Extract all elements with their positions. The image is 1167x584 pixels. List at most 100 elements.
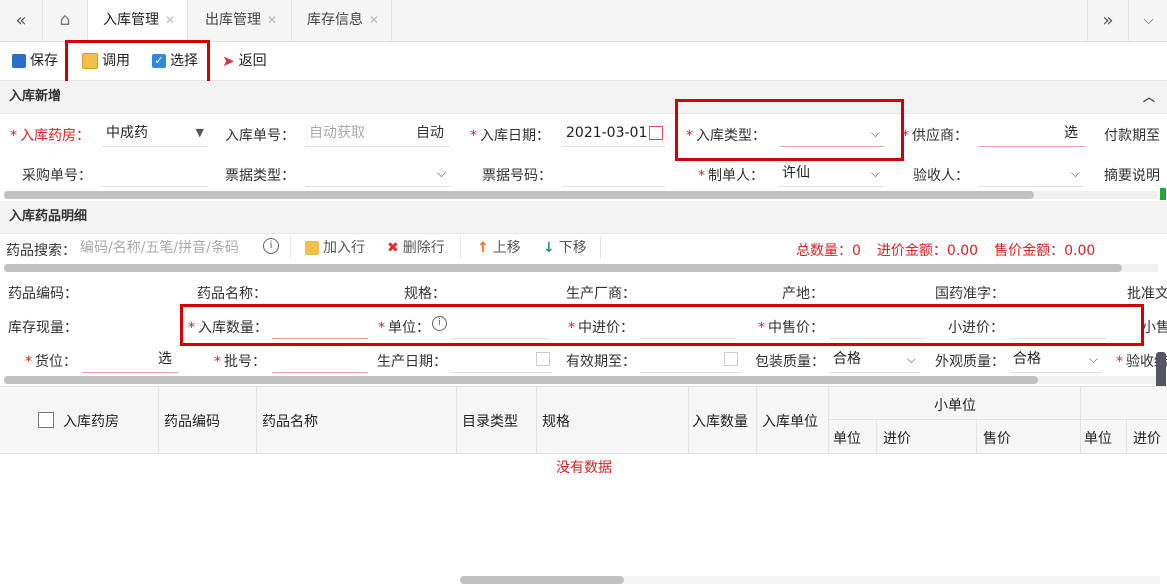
maker-select[interactable]: 许仙 ⌵ (778, 160, 884, 187)
supplier-label: * 供应商： (902, 128, 968, 144)
calendar-icon[interactable] (724, 352, 738, 366)
table-header: 入库药房 药品编码 药品名称 目录类型 规格 入库数量 入库单位 小单位 单位 … (0, 386, 1167, 454)
col-unit-2[interactable]: 单位 (1084, 428, 1112, 448)
col-unit[interactable]: 单位 (833, 428, 861, 448)
col-pharmacy[interactable]: 入库药房 (63, 411, 119, 431)
divider (1080, 387, 1081, 453)
order-no-input[interactable]: 自动获取 自动 (305, 120, 450, 147)
expire-input[interactable] (640, 346, 740, 373)
order-no-label: 入库单号： (225, 128, 295, 144)
scrollbar-thumb[interactable] (4, 376, 1038, 384)
prod-date-label: 生产日期： (377, 354, 447, 370)
empty-message: 没有数据 (556, 460, 612, 476)
col-cost[interactable]: 进价 (883, 428, 911, 448)
move-up-button[interactable]: ↑ 上移 (477, 229, 521, 267)
purchase-input[interactable] (102, 160, 208, 187)
tab-inbound[interactable]: 入库管理 ✕ (88, 0, 188, 41)
col-code[interactable]: 药品编码 (164, 411, 220, 431)
order-no-placeholder: 自动获取 (309, 125, 365, 141)
col-in-unit[interactable]: 入库单位 (762, 411, 818, 431)
drug-search-input[interactable]: 编码/名称/五笔/拼音/条码 (78, 235, 256, 261)
close-icon[interactable]: ✕ (369, 13, 379, 27)
chevron-down-icon: ⌵ (870, 166, 880, 180)
approval-doc-label: 批准文 (1127, 286, 1167, 302)
collapse-icon[interactable]: ︿ (1143, 81, 1155, 113)
delete-icon: ✖ (387, 240, 399, 256)
divider (600, 236, 601, 258)
move-down-button[interactable]: ↓ 下移 (543, 229, 587, 267)
home-icon[interactable]: ⌂ (43, 0, 88, 41)
chevron-down-icon[interactable]: ⌵ (1128, 0, 1167, 41)
slot-select-button[interactable]: 选 (158, 346, 172, 372)
back-button[interactable]: ➤ 返回 (222, 42, 267, 80)
save-label: 保存 (30, 53, 58, 69)
date-label: * 入库日期： (470, 128, 550, 144)
divider (876, 420, 877, 453)
divider (829, 419, 1167, 420)
tab-label: 入库管理 (103, 12, 159, 28)
tab-bar: « ⌂ 入库管理 ✕ 出库管理 ✕ 库存信息 ✕ » ⌵ (0, 0, 1167, 42)
col-sale[interactable]: 售价 (983, 428, 1011, 448)
section-header-add: 入库新增 ︿ (0, 81, 1167, 114)
calendar-icon[interactable] (536, 352, 550, 366)
divider (256, 387, 257, 453)
table-scrollbar[interactable] (460, 576, 1160, 584)
divider (828, 387, 829, 453)
search-placeholder: 编码/名称/五笔/拼音/条码 (80, 240, 239, 256)
look-select[interactable]: 合格 ⌵ (1010, 346, 1102, 373)
bill-no-input[interactable] (562, 160, 665, 187)
pack-select[interactable]: 合格 ⌵ (830, 346, 920, 373)
col-in-qty[interactable]: 入库数量 (692, 411, 748, 431)
supplier-input[interactable]: 选 (980, 120, 1084, 147)
manufacturer-label: 生产厂商： (566, 286, 636, 302)
scrollbar-thumb[interactable] (4, 191, 1034, 199)
delete-row-button[interactable]: ✖ 删除行 (387, 229, 445, 267)
pack-label: 包装质量： (755, 354, 825, 370)
calendar-icon[interactable] (649, 126, 663, 140)
expire-label: 有效期至： (566, 354, 636, 370)
maker-value: 许仙 (782, 165, 810, 181)
col-catalog-type[interactable]: 目录类型 (462, 411, 518, 431)
batch-input[interactable] (272, 346, 368, 373)
tab-stock[interactable]: 库存信息 ✕ (293, 0, 392, 41)
divider (688, 387, 689, 453)
section-title: 入库药品明细 (9, 209, 88, 224)
bill-type-select[interactable]: ⌵ (305, 160, 450, 187)
pharmacy-select[interactable]: 中成药 ▼ (102, 120, 208, 147)
close-icon[interactable]: ✕ (267, 13, 277, 27)
divider (456, 387, 457, 453)
supplier-select-button[interactable]: 选 (1064, 120, 1078, 146)
origin-label: 产地： (782, 286, 824, 302)
date-input[interactable]: 2021-03-01 (562, 120, 665, 147)
add-row-button[interactable]: 加入行 (305, 229, 365, 267)
look-label: 外观质量： (935, 354, 1005, 370)
add-row-icon (305, 241, 319, 255)
auto-button[interactable]: 自动 (416, 120, 444, 146)
detail-scrollbar[interactable] (4, 264, 1158, 272)
arrow-up-icon: ↑ (477, 240, 489, 256)
scroll-right-icon[interactable]: » (1087, 0, 1128, 41)
pay-label: 付款期至 (1104, 128, 1160, 144)
prod-date-input[interactable] (452, 346, 552, 373)
scroll-left-icon[interactable]: « (0, 0, 43, 41)
col-spec[interactable]: 规格 (542, 411, 570, 431)
date-value: 2021-03-01 (566, 125, 648, 141)
close-icon[interactable]: ✕ (165, 13, 175, 27)
scrollbar-thumb[interactable] (4, 264, 1122, 272)
divider (460, 236, 461, 258)
divider (1126, 420, 1127, 453)
checker-select[interactable]: ⌵ (978, 160, 1084, 187)
divider (290, 236, 291, 258)
select-all-checkbox[interactable] (38, 412, 54, 428)
col-cost-2[interactable]: 进价 (1133, 428, 1161, 448)
scrollbar-thumb[interactable] (460, 576, 624, 584)
tab-outbound[interactable]: 出库管理 ✕ (189, 0, 292, 41)
detail-form-scrollbar[interactable] (4, 376, 1158, 384)
col-name[interactable]: 药品名称 (262, 411, 318, 431)
save-button[interactable]: 保存 (12, 42, 58, 80)
delete-row-label: 删除行 (402, 240, 445, 256)
info-icon[interactable]: i (263, 238, 279, 254)
form-scrollbar[interactable] (4, 191, 1158, 199)
slot-input[interactable]: 选 (82, 346, 178, 373)
drug-code-label: 药品编码： (8, 286, 78, 302)
